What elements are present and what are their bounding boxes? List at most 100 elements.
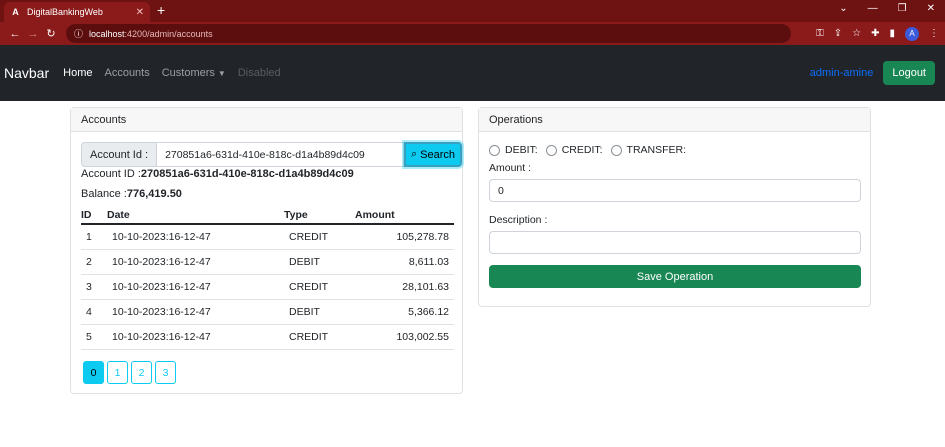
description-label: Description : — [489, 214, 548, 226]
table-row: 3 10-10-2023:16-12-47 CREDIT 28,101.63 — [81, 274, 454, 300]
reload-icon[interactable]: ↻ — [42, 27, 60, 40]
profile-avatar[interactable]: A — [905, 26, 919, 41]
nav-dropdown-label: Customers — [161, 67, 215, 79]
radio-debit[interactable]: DEBIT: — [489, 144, 538, 156]
cell-amount: 105,278.78 — [355, 224, 454, 250]
cell-id: 2 — [81, 249, 107, 275]
page-button-0[interactable]: 0 — [83, 361, 104, 384]
current-user-link[interactable]: admin-amine — [810, 67, 874, 79]
extensions-icon[interactable]: ✚ — [871, 28, 879, 39]
operations-card: Operations DEBIT: CREDIT: TRANSFER: Amou… — [478, 107, 871, 307]
navbar-brand[interactable]: Navbar — [4, 65, 49, 81]
angular-icon: A — [12, 7, 19, 17]
key-icon[interactable]: ⚿ — [816, 28, 824, 39]
radio-label: TRANSFER: — [626, 144, 687, 156]
table-row: 1 10-10-2023:16-12-47 CREDIT 105,278.78 — [81, 224, 454, 250]
address-bar[interactable]: ⓘ localhost:4200/admin/accounts — [66, 24, 791, 43]
url-host: localhost — [89, 28, 125, 39]
cell-type: DEBIT — [284, 249, 355, 275]
save-operation-button[interactable]: Save Operation — [489, 265, 861, 288]
browser-tab[interactable]: A DigitalBankingWeb ✕ — [4, 2, 150, 22]
amount-input[interactable]: 0 — [489, 179, 861, 202]
account-id-addon: Account Id : — [81, 142, 158, 167]
radio-transfer[interactable]: TRANSFER: — [610, 144, 687, 156]
column-header-id: ID — [81, 207, 107, 225]
cell-date: 10-10-2023:16-12-47 — [107, 299, 284, 325]
balance-label: Balance : — [81, 188, 127, 200]
browser-menu-icon[interactable]: ⋮ — [929, 28, 939, 39]
account-id-line: Account ID :270851a6-631d-410e-818c-d1a4… — [81, 168, 354, 180]
account-search-group: Account Id : 270851a6-631d-410e-818c-d1a… — [81, 142, 462, 167]
radio-circle[interactable] — [610, 144, 622, 156]
account-id-value: 270851a6-631d-410e-818c-d1a4b89d4c09 — [140, 168, 354, 180]
radio-circle[interactable] — [489, 144, 500, 156]
nav-link-disabled: Disabled — [237, 67, 281, 79]
table-row: 2 10-10-2023:16-12-47 DEBIT 8,611.03 — [81, 249, 454, 275]
cell-id: 4 — [81, 299, 107, 325]
cell-id: 5 — [81, 324, 107, 350]
new-tab-icon[interactable]: + — [157, 3, 165, 17]
radio-label: DEBIT: — [505, 144, 538, 156]
accounts-card-header: Accounts — [71, 108, 462, 132]
cell-date: 10-10-2023:16-12-47 — [107, 224, 284, 250]
pagination: 0 1 2 3 — [83, 361, 176, 384]
page-button-2[interactable]: 2 — [131, 361, 152, 384]
cell-id: 3 — [81, 274, 107, 300]
operation-type-group: DEBIT: CREDIT: TRANSFER: — [489, 144, 686, 156]
cell-date: 10-10-2023:16-12-47 — [107, 249, 284, 275]
browser-tools: ⚿ ⇪ ☆ ✚ ▮ A ⋮ — [816, 26, 939, 41]
column-header-type: Type — [284, 207, 355, 225]
browser-tab-strip: A DigitalBankingWeb ✕ + ⌄ — ❐ ✕ — [0, 0, 945, 22]
nav-link-home[interactable]: Home — [63, 67, 92, 79]
cell-type: CREDIT — [284, 224, 355, 250]
window-controls: ⌄ — ❐ ✕ — [839, 3, 935, 14]
minimize-icon[interactable]: — — [868, 3, 878, 14]
radio-circle[interactable] — [545, 144, 557, 156]
accounts-card: Accounts Account Id : 270851a6-631d-410e… — [70, 107, 463, 394]
cell-type: DEBIT — [284, 299, 355, 325]
amount-label: Amount : — [489, 162, 532, 174]
site-info-icon[interactable]: ⓘ — [74, 27, 83, 40]
balance-value: 776,419.50 — [126, 188, 182, 200]
cell-amount: 103,002.55 — [355, 324, 454, 350]
cell-type: CREDIT — [284, 324, 355, 350]
nav-dropdown-customers[interactable]: Customers ▼ — [162, 67, 226, 79]
column-header-amount: Amount — [355, 207, 454, 225]
description-input[interactable] — [489, 231, 861, 254]
account-id-label: Account ID : — [81, 168, 141, 180]
back-icon[interactable]: ← — [6, 28, 24, 40]
cell-date: 10-10-2023:16-12-47 — [107, 274, 284, 300]
bookmark-star-icon[interactable]: ☆ — [852, 28, 861, 39]
account-id-input[interactable]: 270851a6-631d-410e-818c-d1a4b89d4c09 — [157, 142, 405, 167]
cell-amount: 8,611.03 — [355, 249, 454, 275]
search-icon: ⌕ — [410, 148, 418, 160]
tab-close-icon[interactable]: ✕ — [136, 7, 144, 18]
page-button-1[interactable]: 1 — [107, 361, 128, 384]
cell-date: 10-10-2023:16-12-47 — [107, 324, 284, 350]
cell-id: 1 — [81, 224, 107, 250]
url-path: :4200/admin/accounts — [124, 28, 213, 39]
search-button[interactable]: ⌕ Search — [404, 142, 462, 167]
forward-icon[interactable]: → — [24, 28, 42, 40]
cell-type: CREDIT — [284, 274, 355, 300]
restore-icon[interactable]: ❐ — [898, 3, 907, 14]
column-header-date: Date — [107, 207, 284, 225]
cell-amount: 28,101.63 — [355, 274, 454, 300]
cell-amount: 5,366.12 — [355, 299, 454, 325]
share-icon[interactable]: ⇪ — [834, 28, 842, 39]
side-panel-icon[interactable]: ▮ — [889, 28, 895, 39]
table-row: 5 10-10-2023:16-12-47 CREDIT 103,002.55 — [81, 324, 454, 350]
radio-label: CREDIT: — [561, 144, 603, 156]
radio-credit[interactable]: CREDIT: — [545, 144, 603, 156]
page-button-3[interactable]: 3 — [155, 361, 176, 384]
logout-button[interactable]: Logout — [883, 61, 935, 85]
window-close-icon[interactable]: ✕ — [927, 3, 935, 14]
search-button-label: Search — [420, 148, 456, 161]
tab-title: DigitalBankingWeb — [27, 7, 103, 17]
browser-toolbar: ← → ↻ ⓘ localhost:4200/admin/accounts ⚿ … — [0, 22, 945, 45]
table-row: 4 10-10-2023:16-12-47 DEBIT 5,366.12 — [81, 299, 454, 325]
tab-search-icon[interactable]: ⌄ — [839, 3, 847, 14]
nav-link-accounts[interactable]: Accounts — [104, 67, 149, 79]
operations-card-header: Operations — [479, 108, 870, 132]
app-navbar: Navbar Home Accounts Customers ▼ Disabled… — [0, 45, 945, 101]
